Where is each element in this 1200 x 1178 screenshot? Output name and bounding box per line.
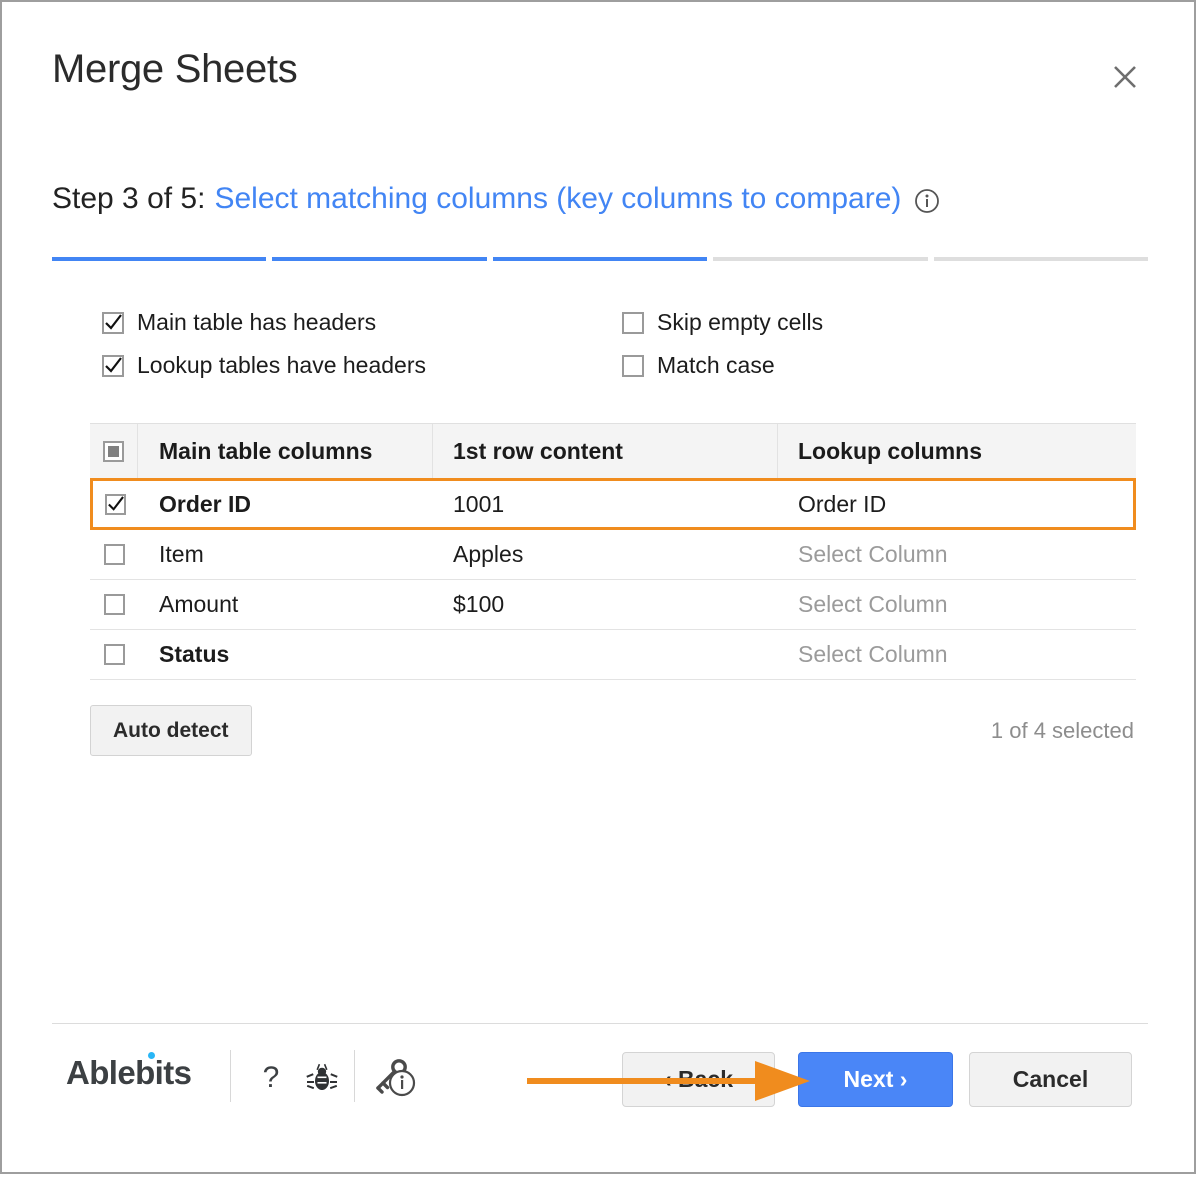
checkbox-label: Lookup tables have headers — [137, 352, 426, 378]
cell-row-content: Apples — [453, 541, 524, 567]
options-row-1: Main table has headers Skip empty cells — [102, 311, 1102, 334]
checkbox-skip-empty-cells[interactable]: Skip empty cells — [622, 311, 823, 334]
brand-name: Ablebits — [66, 1054, 192, 1091]
column-header-first-row-content: 1st row content — [433, 424, 778, 478]
cell-lookup-column-select[interactable]: Select Column — [778, 630, 1136, 679]
cell-lookup-column-select[interactable]: Order ID — [778, 481, 1133, 527]
cell-main-column: Order ID — [159, 490, 252, 517]
cell-row-content: $100 — [453, 591, 505, 617]
checkbox-empty-icon — [103, 644, 125, 665]
cell-row-content — [433, 630, 778, 679]
checkbox-label: Skip empty cells — [657, 309, 824, 335]
auto-detect-row: Auto detect 1 of 4 selected — [90, 705, 1136, 756]
checkbox-checked-icon — [102, 311, 124, 334]
matching-columns-table: Main table columns 1st row content Looku… — [90, 423, 1136, 680]
table-row[interactable]: Order ID 1001 Order ID — [90, 478, 1136, 530]
checkbox-lookup-tables-have-headers[interactable]: Lookup tables have headers — [102, 354, 622, 377]
auto-detect-button[interactable]: Auto detect — [90, 705, 252, 756]
table-row[interactable]: Status Select Column — [90, 630, 1136, 680]
checkbox-checked-icon — [105, 493, 126, 515]
license-info-icon[interactable] — [372, 1056, 420, 1102]
select-all-checkbox[interactable] — [90, 424, 138, 478]
step-heading: Step 3 of 5: Select matching columns (ke… — [52, 182, 940, 215]
merge-sheets-dialog: Merge Sheets Step 3 of 5: Select matchin… — [0, 0, 1196, 1174]
table-header-row: Main table columns 1st row content Looku… — [90, 423, 1136, 479]
progress-segment-2 — [272, 257, 487, 261]
help-question-icon[interactable]: ? — [252, 1057, 290, 1097]
progress-segment-1 — [52, 257, 267, 261]
cell-row-content: 1001 — [453, 490, 505, 517]
options-row-2: Lookup tables have headers Match case — [102, 354, 1102, 377]
cell-lookup-column-select[interactable]: Select Column — [778, 530, 1136, 579]
close-button[interactable] — [1108, 60, 1142, 94]
checkbox-checked-icon — [102, 354, 124, 377]
close-icon — [1111, 63, 1139, 91]
progress-segment-3 — [492, 257, 708, 261]
page-title: Merge Sheets — [52, 47, 298, 91]
ablebits-logo: Ablebits — [66, 1052, 192, 1091]
svg-text:?: ? — [263, 1061, 280, 1094]
cell-lookup-column-select[interactable]: Select Column — [778, 580, 1136, 629]
checkbox-empty-icon — [103, 544, 125, 565]
checkbox-label: Match case — [657, 352, 775, 378]
next-button[interactable]: Next › — [798, 1052, 953, 1107]
bug-report-icon[interactable] — [302, 1058, 342, 1098]
row-checkbox[interactable] — [90, 530, 138, 579]
checkbox-label: Main table has headers — [137, 309, 377, 335]
table-row[interactable]: Amount $100 Select Column — [90, 580, 1136, 630]
checkbox-match-case[interactable]: Match case — [622, 354, 775, 377]
step-counter: Step 3 of 5: — [52, 182, 206, 215]
table-row[interactable]: Item Apples Select Column — [90, 530, 1136, 580]
footer-divider — [52, 1023, 1148, 1024]
footer-divider-1 — [230, 1050, 231, 1102]
checkbox-empty-icon — [622, 311, 644, 334]
column-header-lookup-columns: Lookup columns — [798, 437, 982, 464]
column-header-main-table-columns: Main table columns — [138, 424, 433, 478]
checkbox-main-table-has-headers[interactable]: Main table has headers — [102, 311, 622, 334]
step-progress-bar — [52, 257, 1149, 261]
info-circle-icon[interactable] — [914, 188, 940, 214]
cancel-button[interactable]: Cancel — [969, 1052, 1132, 1107]
brand-dot-icon — [148, 1052, 155, 1059]
checkbox-empty-icon — [103, 594, 125, 615]
checkbox-empty-icon — [622, 354, 644, 377]
progress-segment-5 — [933, 257, 1149, 261]
row-checkbox[interactable] — [90, 580, 138, 629]
row-checkbox[interactable] — [93, 481, 138, 527]
back-button[interactable]: ‹ Back — [622, 1052, 775, 1107]
progress-segment-4 — [713, 257, 928, 261]
cell-main-column: Amount — [159, 591, 239, 617]
selection-status: 1 of 4 selected — [990, 717, 1134, 743]
checkbox-indeterminate-icon — [103, 440, 124, 462]
options-group: Main table has headers Skip empty cells … — [102, 311, 1102, 397]
footer-divider-2 — [354, 1050, 355, 1102]
cell-main-column: Status — [159, 641, 230, 667]
row-checkbox[interactable] — [90, 630, 138, 679]
cell-main-column: Item — [159, 541, 204, 567]
step-title: Select matching columns (key columns to … — [214, 182, 902, 215]
footer: Ablebits ? ‹ Back Next › Cancel — [2, 1042, 1194, 1142]
